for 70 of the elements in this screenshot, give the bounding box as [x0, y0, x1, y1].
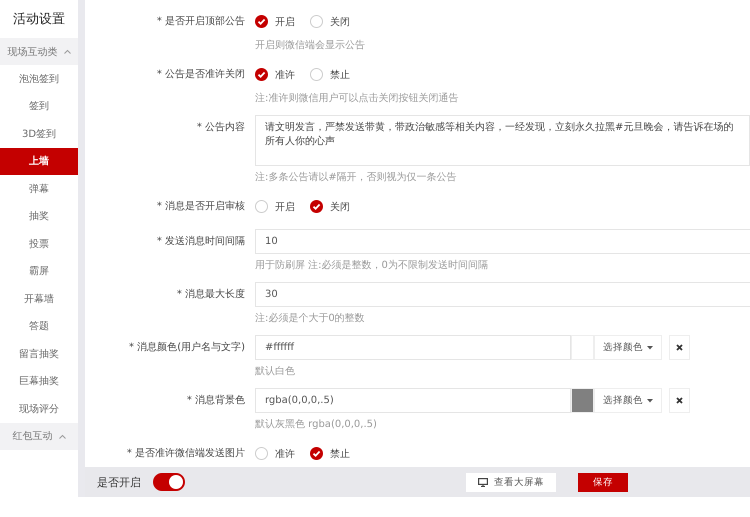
radio-button[interactable]	[255, 15, 268, 28]
help-text: 默认灰黑色 rgba(0,0,0,.5)	[255, 418, 378, 431]
caret-icon	[647, 346, 653, 350]
view-screen-button[interactable]: 查看大屏幕	[466, 472, 556, 492]
help-text: 注:多条公告请以#隔开，否则视为仅一条公告	[255, 170, 458, 184]
help-text: 开启则微信端会显示公告	[255, 38, 366, 52]
field-label: * 公告内容	[196, 120, 245, 135]
sidebar-item[interactable]: 3D签到	[0, 120, 78, 148]
sidebar-item[interactable]: 抽奖	[0, 202, 78, 230]
sidebar-item[interactable]: 留言抽奖	[0, 340, 78, 368]
radio-label[interactable]: 禁止	[330, 68, 350, 82]
textarea-field[interactable]: 请文明发言，严禁发送带黄，带政治敏感等相关内容，一经发现，立刻永久拉黑#元旦晚会，请告诉在场的所有人你的心声	[255, 115, 750, 166]
caret-icon	[647, 398, 653, 402]
save-button[interactable]: 保存	[578, 472, 628, 492]
sidebar-group[interactable]: 现场互动类	[0, 38, 78, 65]
sidebar-group[interactable]: 红包互动	[0, 422, 78, 450]
field-label: * 是否准许微信端发送图片	[126, 446, 245, 461]
sidebar-item[interactable]: 现场评分	[0, 395, 78, 422]
field-label: * 消息是否开启审核	[156, 200, 245, 214]
clear-button[interactable]	[669, 388, 690, 413]
radio-button[interactable]	[255, 68, 268, 81]
sidebar-item[interactable]: 巨幕抽奖	[0, 368, 78, 395]
help-text: 用于防刷屏 注:必须是整数，0为不限制发送时间间隔	[255, 258, 489, 272]
close-icon	[676, 344, 683, 351]
help-text: 注:准许则微信用户可以点击关闭按钮关闭通告	[255, 92, 460, 105]
input-field[interactable]: 30	[255, 282, 750, 307]
close-icon	[676, 397, 683, 404]
pick-color-button[interactable]: 选择颜色	[594, 335, 662, 360]
field-label: * 公告是否准许关闭	[156, 68, 245, 82]
sidebar-item[interactable]: 弹幕	[0, 175, 78, 202]
radio-button[interactable]	[255, 447, 268, 460]
color-swatch[interactable]	[571, 388, 594, 413]
radio-button[interactable]	[255, 200, 268, 213]
input-field[interactable]: 10	[255, 229, 750, 254]
radio-label[interactable]: 开启	[275, 14, 295, 28]
sidebar-item[interactable]: 泡泡签到	[0, 65, 78, 92]
field-label: * 是否开启顶部公告	[156, 14, 245, 29]
sidebar-item[interactable]: 霸屏	[0, 258, 78, 285]
field-label: * 消息背景色	[186, 394, 245, 408]
radio-button[interactable]	[310, 200, 323, 213]
radio-button[interactable]	[310, 68, 323, 81]
sidebar-item[interactable]: 签到	[0, 92, 78, 120]
radio-label[interactable]: 准许	[275, 446, 295, 460]
radio-button[interactable]	[310, 447, 323, 460]
input-field[interactable]: #ffffff	[255, 335, 571, 360]
radio-label[interactable]: 禁止	[330, 446, 350, 460]
sidebar-title: 活动设置	[12, 11, 66, 29]
sidebar-item[interactable]: 上墙	[0, 148, 78, 175]
chevron-icon	[64, 49, 70, 54]
radio-label[interactable]: 关闭	[330, 14, 350, 28]
toggle-switch[interactable]	[153, 473, 185, 491]
field-label: * 发送消息时间间隔	[156, 234, 245, 249]
radio-label[interactable]: 开启	[275, 200, 295, 214]
color-swatch[interactable]	[571, 335, 594, 360]
pick-color-button[interactable]: 选择颜色	[594, 388, 662, 413]
clear-button[interactable]	[669, 335, 690, 360]
sidebar-item[interactable]: 开幕墙	[0, 285, 78, 312]
toggle-label: 是否开启	[97, 474, 141, 490]
sidebar-item[interactable]: 答题	[0, 312, 78, 340]
field-label: * 消息最大长度	[176, 288, 245, 302]
monitor-icon	[478, 478, 488, 486]
radio-label[interactable]: 关闭	[330, 200, 350, 214]
input-field[interactable]: rgba(0,0,0,.5)	[255, 388, 571, 413]
help-text: 注:必须是个大于0的整数	[255, 312, 366, 325]
field-label: * 消息颜色(用户名与文字)	[128, 340, 245, 355]
radio-button[interactable]	[310, 15, 323, 28]
help-text: 默认白色	[255, 365, 296, 378]
chevron-icon	[58, 434, 66, 438]
sidebar-item[interactable]: 投票	[0, 230, 78, 258]
radio-label[interactable]: 准许	[275, 68, 295, 82]
